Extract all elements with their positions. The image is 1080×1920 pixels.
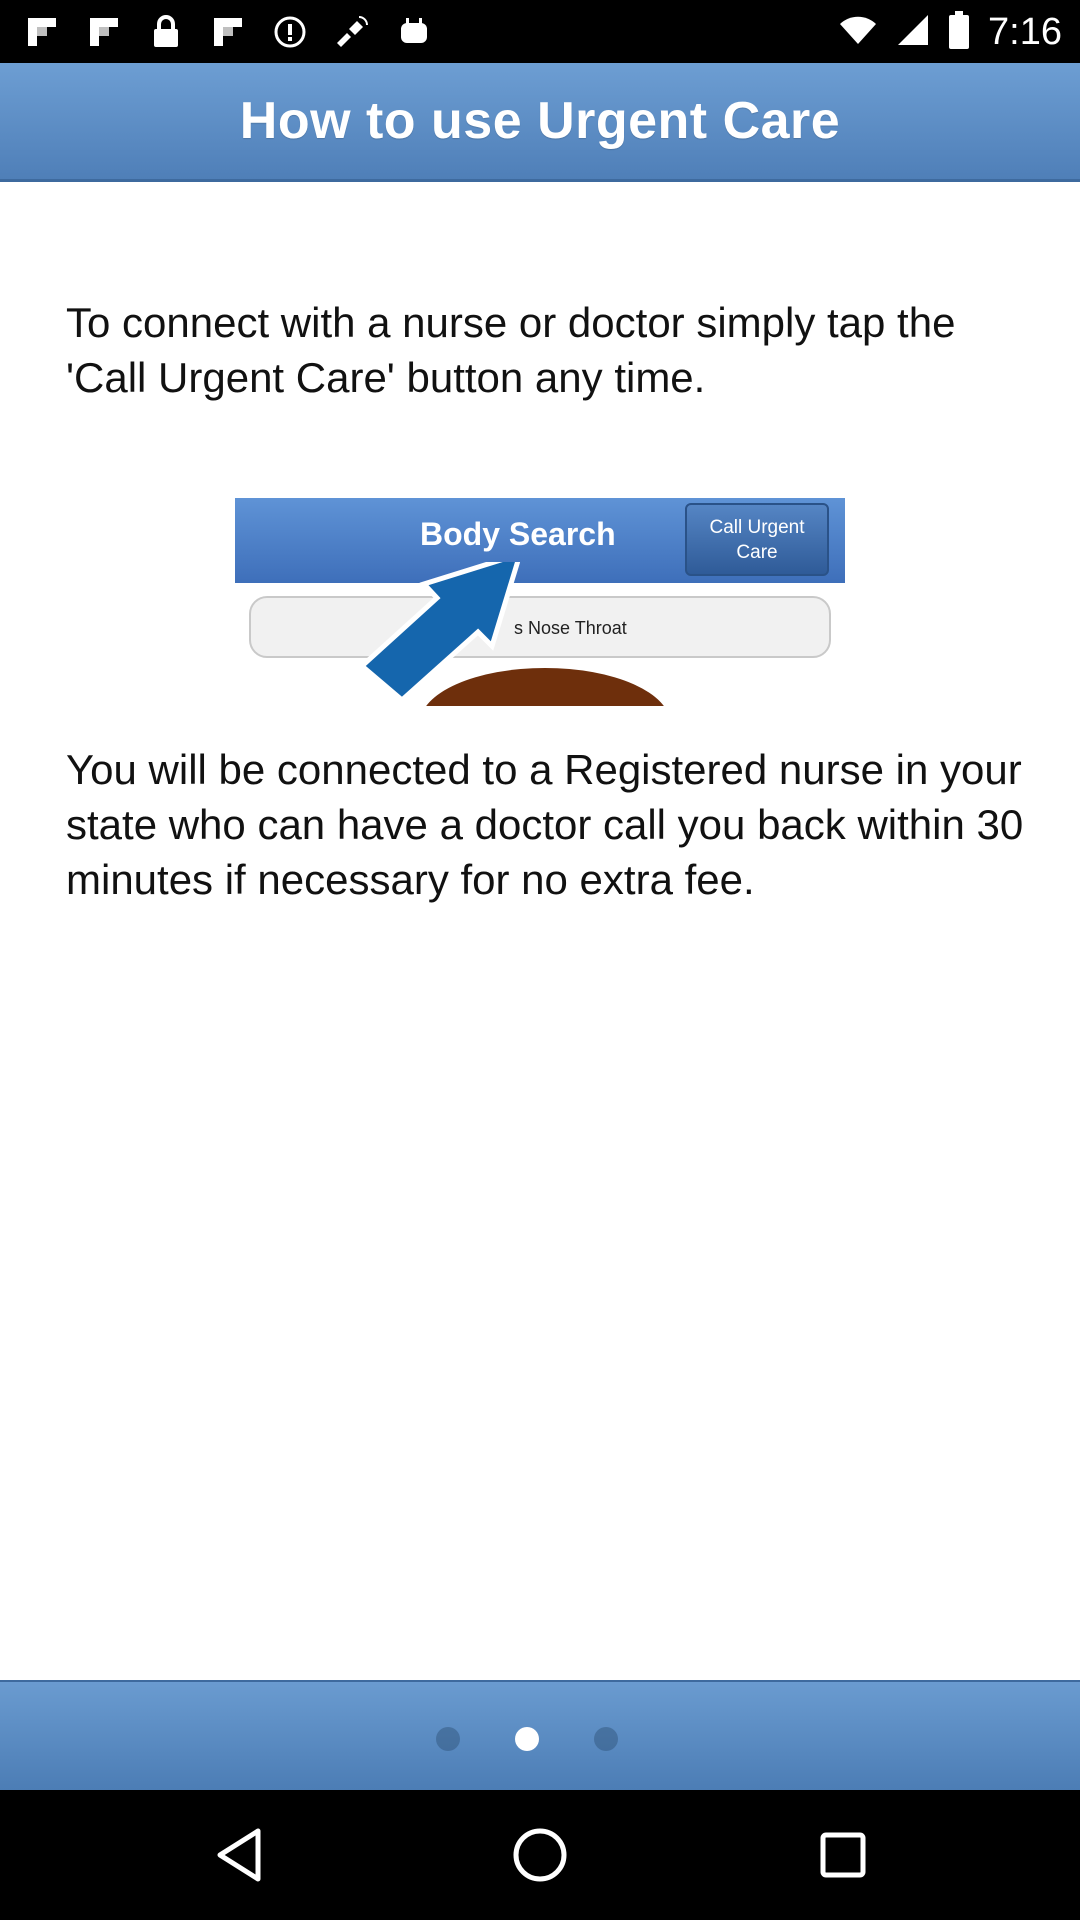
page-dot-3[interactable]: [594, 1727, 618, 1751]
battery-icon: [948, 10, 970, 54]
home-button[interactable]: [500, 1815, 580, 1895]
page-dot-1[interactable]: [436, 1727, 460, 1751]
flipboard-icon: [84, 12, 124, 52]
preview-search-field: s Nose Throat: [249, 596, 831, 658]
page-dot-2-active[interactable]: [515, 1727, 539, 1751]
back-button[interactable]: [200, 1815, 280, 1895]
preview-title-bar: Body Search Call Urgent Care: [235, 498, 845, 583]
instruction-text-2: You will be connected to a Registered nu…: [66, 746, 1024, 903]
back-icon: [217, 1828, 261, 1882]
fake-gps-icon: [332, 12, 372, 52]
android-icon: [394, 12, 434, 52]
home-icon: [513, 1828, 567, 1882]
preview-search-text: s Nose Throat: [514, 618, 627, 638]
status-bar: 7:16: [0, 0, 1080, 63]
recents-button[interactable]: [803, 1815, 883, 1895]
title-bar: How to use Urgent Care: [0, 63, 1080, 182]
signal-icon: [896, 13, 930, 52]
recents-icon: [820, 1832, 866, 1878]
page-indicator-bar: [0, 1680, 1080, 1790]
app-screen: How to use Urgent Care To connect with a…: [0, 63, 1080, 1790]
preview-title: Body Search: [420, 516, 616, 552]
page-title: How to use Urgent Care: [239, 92, 841, 150]
navigation-bar: [0, 1790, 1080, 1920]
flipboard-icon: [22, 12, 62, 52]
flipboard-icon: [208, 12, 248, 52]
status-time: 7:16: [988, 10, 1062, 53]
preview-call-urgent-care-button: Call Urgent Care: [685, 503, 829, 576]
wifi-icon: [838, 14, 878, 51]
system-icons: 7:16: [838, 8, 1062, 56]
pointer-arrow-icon: [358, 562, 520, 702]
notification-icons: [22, 10, 434, 54]
call-urgent-care-preview-image: Body Search Call Urgent Care s Nose Thro…: [235, 498, 845, 706]
info-icon: [270, 12, 310, 52]
lock-icon: [146, 12, 186, 52]
instruction-text-1: To connect with a nurse or doctor simply…: [66, 299, 956, 401]
